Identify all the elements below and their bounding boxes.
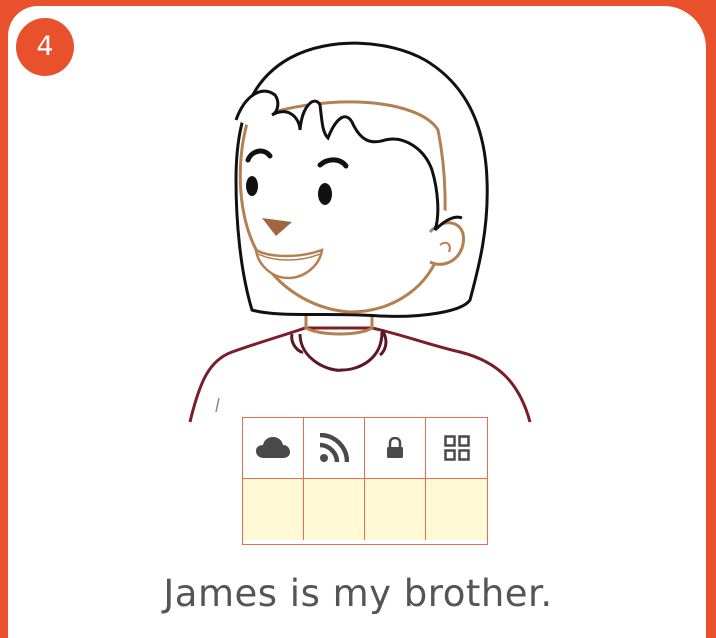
puzzle-cell [304, 418, 365, 479]
symbol-puzzle-grid [242, 417, 488, 545]
answer-cell[interactable] [365, 479, 426, 540]
left-eye [246, 176, 258, 196]
puzzle-cell [365, 418, 426, 479]
lock-icon [387, 437, 403, 458]
grid-icon [443, 435, 470, 461]
right-eye [318, 183, 332, 205]
story-card [8, 6, 706, 638]
puzzle-cell [243, 418, 304, 479]
rss-feed-icon [319, 433, 349, 463]
story-caption: James is my brother. [163, 572, 553, 615]
shirt-collar [298, 331, 384, 372]
cloud-icon [256, 437, 290, 458]
shirt-outline [188, 326, 532, 423]
answer-cell[interactable] [243, 479, 304, 540]
page-number-badge: 4 [16, 18, 74, 76]
answer-cell[interactable] [426, 479, 487, 540]
puzzle-cell [426, 418, 487, 479]
answer-cell[interactable] [304, 479, 365, 540]
